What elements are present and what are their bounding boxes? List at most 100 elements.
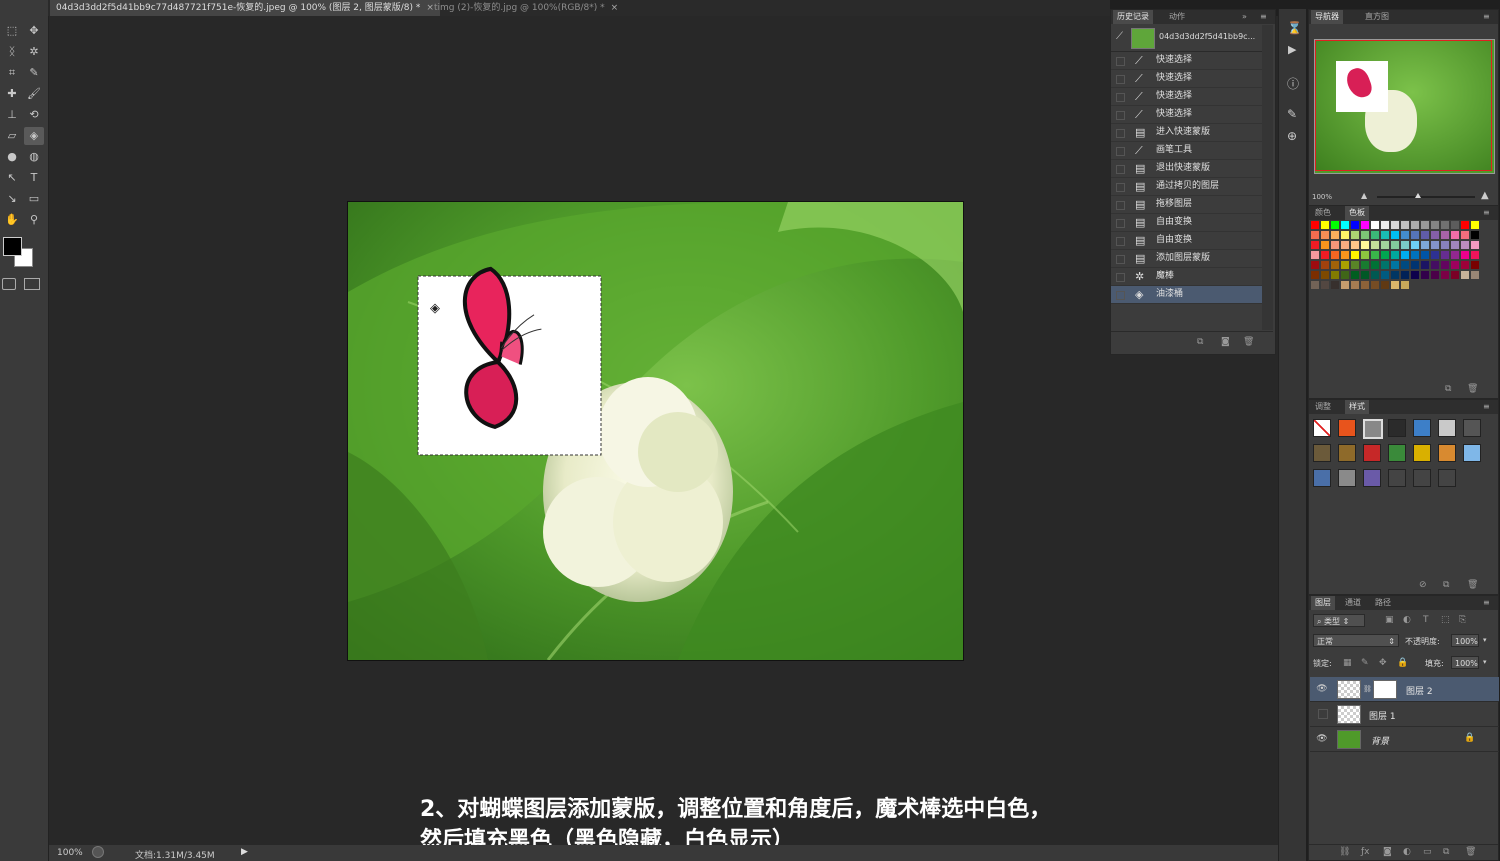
style-preset[interactable]: [1363, 469, 1381, 487]
color-swatch[interactable]: [1411, 251, 1419, 259]
color-swatch[interactable]: [1311, 241, 1319, 249]
history-state[interactable]: ▤ 进入快速蒙版: [1111, 124, 1262, 142]
tab-adjustments[interactable]: 调整: [1315, 400, 1331, 414]
fx-icon[interactable]: ƒx: [1361, 847, 1370, 857]
color-swatch[interactable]: [1451, 261, 1459, 269]
color-swatch[interactable]: [1391, 231, 1399, 239]
close-icon[interactable]: ×: [611, 3, 619, 13]
history-scrollbar[interactable]: [1262, 25, 1273, 330]
color-swatch[interactable]: [1351, 251, 1359, 259]
tab-channels[interactable]: 通道: [1345, 596, 1361, 610]
color-swatch[interactable]: [1371, 271, 1379, 279]
lasso-icon[interactable]: ᛝ: [2, 43, 22, 61]
tab-swatches[interactable]: 色板: [1345, 206, 1369, 220]
style-preset[interactable]: [1363, 444, 1381, 462]
color-swatch[interactable]: [1381, 261, 1389, 269]
layer-name[interactable]: 图层 2: [1406, 684, 1433, 697]
tab-actions[interactable]: 动作: [1169, 10, 1185, 24]
history-source-checkbox[interactable]: [1116, 273, 1125, 282]
navigator-preview[interactable]: [1314, 39, 1495, 174]
color-swatch[interactable]: [1471, 231, 1479, 239]
lock-pixels-icon[interactable]: ✎: [1361, 658, 1369, 668]
new-layer-icon[interactable]: ⧉: [1443, 847, 1449, 857]
clone-stamp-icon[interactable]: ⊥: [2, 106, 22, 124]
color-swatch[interactable]: [1371, 281, 1379, 289]
tab-document-1[interactable]: 04d3d3dd2f5d41bb9c77d487721f751e-恢复的.jpe…: [50, 0, 440, 16]
color-swatch[interactable]: [1421, 241, 1429, 249]
filter-smart-object-icon[interactable]: ⎘: [1459, 615, 1466, 625]
color-swatch[interactable]: [1351, 221, 1359, 229]
brush-panel-icon[interactable]: ✎: [1287, 107, 1297, 121]
tab-navigator[interactable]: 导航器: [1311, 10, 1343, 24]
hand-icon[interactable]: ✋: [2, 211, 22, 229]
style-preset[interactable]: [1388, 419, 1406, 437]
history-brush-source-icon[interactable]: ⟋: [1116, 31, 1123, 42]
layer-row-background[interactable]: 👁 背景 🔒: [1310, 727, 1499, 752]
panel-menu-icon[interactable]: ≡: [1483, 206, 1490, 220]
color-swatch[interactable]: [1461, 231, 1469, 239]
panel-menu-icon[interactable]: ≡: [1483, 400, 1490, 414]
color-swatch[interactable]: [1361, 271, 1369, 279]
color-swatch[interactable]: [1311, 221, 1319, 229]
lock-position-icon[interactable]: ✥: [1379, 658, 1387, 668]
path-select-icon[interactable]: ↖: [2, 169, 22, 187]
info-panel-icon[interactable]: ⓘ: [1287, 75, 1299, 92]
clear-style-icon[interactable]: ⊘: [1419, 580, 1427, 590]
chain-link-icon[interactable]: ⛓: [1363, 685, 1372, 693]
color-swatch[interactable]: [1341, 241, 1349, 249]
panel-menu-icon[interactable]: ≡: [1483, 10, 1490, 24]
layer-name[interactable]: 背景: [1371, 734, 1389, 747]
color-swatch[interactable]: [1441, 241, 1449, 249]
color-swatch[interactable]: [1331, 221, 1339, 229]
style-preset[interactable]: [1438, 419, 1456, 437]
lock-transparency-icon[interactable]: ▦: [1343, 658, 1352, 668]
delete-style-icon[interactable]: 🗑: [1467, 580, 1478, 590]
style-preset[interactable]: [1388, 444, 1406, 462]
screen-mode-icon[interactable]: [24, 278, 40, 290]
tab-document-2[interactable]: timg (2)-恢复的.jpg @ 100%(RGB/8*) * ×: [428, 0, 624, 16]
color-swatch[interactable]: [1471, 251, 1479, 259]
layer-row-2[interactable]: 👁 ⛓ 图层 2: [1310, 677, 1499, 702]
color-swatch[interactable]: [1421, 221, 1429, 229]
color-swatch[interactable]: [1451, 231, 1459, 239]
group-icon[interactable]: ▭: [1423, 847, 1432, 857]
document-canvas[interactable]: [348, 202, 963, 660]
style-preset[interactable]: [1338, 469, 1356, 487]
color-swatch[interactable]: [1371, 221, 1379, 229]
color-swatch[interactable]: [1401, 221, 1409, 229]
filter-adjustment-icon[interactable]: ◐: [1403, 615, 1411, 625]
zoom-in-icon[interactable]: ▲: [1481, 190, 1489, 201]
color-swatch[interactable]: [1331, 281, 1339, 289]
color-swatch[interactable]: [1341, 271, 1349, 279]
style-preset[interactable]: [1413, 419, 1431, 437]
style-preset[interactable]: [1313, 444, 1331, 462]
color-swatch[interactable]: [1391, 251, 1399, 259]
type-icon[interactable]: T: [24, 169, 44, 187]
color-swatch[interactable]: [1361, 231, 1369, 239]
eraser-icon[interactable]: ▱: [2, 127, 22, 145]
color-swatch[interactable]: [1381, 271, 1389, 279]
foreground-color-swatch[interactable]: [3, 237, 22, 256]
style-preset[interactable]: [1438, 444, 1456, 462]
color-swatch[interactable]: [1441, 221, 1449, 229]
color-swatch[interactable]: [1401, 261, 1409, 269]
color-swatch[interactable]: [1331, 261, 1339, 269]
quick-mask-icon[interactable]: [2, 278, 16, 290]
color-swatch[interactable]: [1431, 231, 1439, 239]
link-layers-icon[interactable]: ⛓: [1339, 847, 1350, 857]
color-swatch[interactable]: [1321, 271, 1329, 279]
shape-icon[interactable]: ▭: [24, 190, 44, 208]
tab-paths[interactable]: 路径: [1375, 596, 1391, 610]
history-snapshot[interactable]: ⟋ 04d3d3dd2f5d41bb9c...: [1111, 25, 1262, 52]
color-swatch[interactable]: [1461, 271, 1469, 279]
color-swatch[interactable]: [1471, 261, 1479, 269]
color-swatch[interactable]: [1351, 271, 1359, 279]
style-preset[interactable]: [1438, 469, 1456, 487]
panel-menu-icon[interactable]: ≡: [1483, 596, 1490, 610]
status-zoom[interactable]: 100%: [57, 848, 83, 858]
style-preset[interactable]: [1388, 469, 1406, 487]
color-swatch[interactable]: [1321, 231, 1329, 239]
color-swatch[interactable]: [1371, 231, 1379, 239]
color-swatch[interactable]: [1381, 281, 1389, 289]
color-swatch[interactable]: [1431, 261, 1439, 269]
